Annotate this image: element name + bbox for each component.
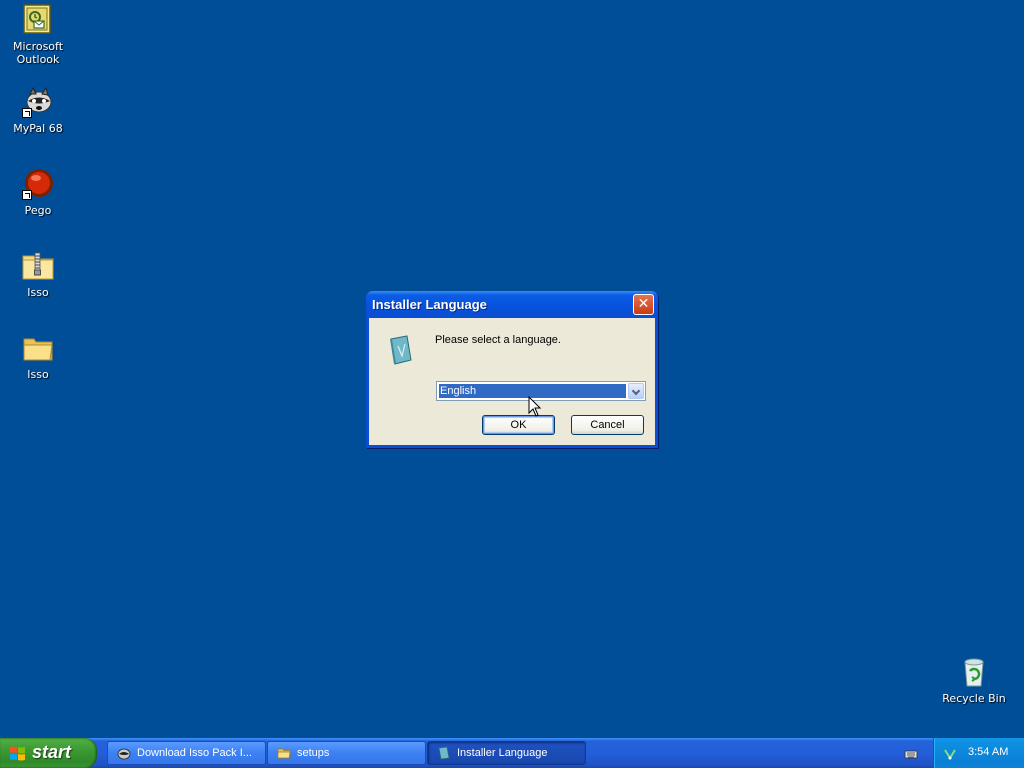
network-icon[interactable] bbox=[943, 746, 957, 760]
language-dropdown[interactable]: English bbox=[436, 381, 646, 401]
dialog-prompt: Please select a language. bbox=[435, 334, 561, 346]
desktop-icon-label: Pego bbox=[24, 204, 52, 217]
dialog-body: Please select a language. English OK Can… bbox=[369, 318, 655, 445]
chevron-down-icon[interactable] bbox=[628, 383, 644, 399]
taskbar-button-label: setups bbox=[297, 747, 330, 759]
desktop-icon-isso-zip[interactable]: Isso bbox=[0, 250, 76, 299]
taskbar-button-installer-language[interactable]: Installer Language bbox=[427, 741, 586, 765]
desktop-icon-label: Microsoft bbox=[12, 40, 64, 53]
taskbar-button-download-isso-pack[interactable]: Download Isso Pack I... bbox=[107, 741, 266, 765]
pego-red-ball-icon bbox=[22, 168, 54, 200]
system-tray: 3:54 AM bbox=[933, 738, 1024, 768]
taskbar: start Download Isso Pack I... setups Ins… bbox=[0, 738, 1024, 768]
desktop-icon-label: Isso bbox=[27, 286, 49, 299]
shortcut-arrow-icon bbox=[22, 108, 32, 118]
start-label: start bbox=[32, 742, 72, 762]
mypal-raccoon-icon bbox=[22, 86, 54, 118]
installer-icon bbox=[389, 334, 413, 366]
outlook-icon bbox=[22, 4, 54, 36]
taskbar-button-label: Installer Language bbox=[457, 747, 548, 759]
desktop-icon-label: Isso bbox=[27, 368, 49, 381]
desktop-icon-isso-folder[interactable]: Isso bbox=[0, 332, 76, 381]
taskbar-button-setups[interactable]: setups bbox=[267, 741, 426, 765]
close-icon: ✕ bbox=[637, 296, 650, 312]
dialog-title-bar[interactable]: Installer Language ✕ bbox=[366, 291, 658, 318]
recycle-bin-icon bbox=[958, 656, 990, 688]
desktop-icon-label: Recycle Bin bbox=[942, 692, 1006, 705]
desktop-icon-mypal-68[interactable]: MyPal 68 bbox=[0, 86, 76, 135]
language-dropdown-value: English bbox=[438, 383, 627, 399]
keyboard-icon[interactable] bbox=[904, 746, 918, 760]
installer-language-dialog[interactable]: Installer Language ✕ Please select a lan… bbox=[366, 291, 658, 448]
desktop-icon-label: MyPal 68 bbox=[13, 122, 63, 135]
shortcut-arrow-icon bbox=[22, 190, 32, 200]
ok-button[interactable]: OK bbox=[482, 415, 555, 435]
folder-icon bbox=[22, 332, 54, 364]
close-button[interactable]: ✕ bbox=[633, 294, 654, 315]
desktop-icon-label: Outlook bbox=[16, 53, 60, 66]
windows-logo-icon bbox=[9, 745, 26, 762]
desktop-icon-pego[interactable]: Pego bbox=[0, 168, 76, 217]
zip-folder-icon bbox=[22, 250, 54, 282]
start-button[interactable]: start bbox=[0, 738, 97, 768]
dialog-title: Installer Language bbox=[372, 297, 487, 312]
mypal-raccoon-icon bbox=[117, 746, 131, 760]
desktop-icon-recycle-bin[interactable]: Recycle Bin bbox=[936, 656, 1012, 705]
clock[interactable]: 3:54 AM bbox=[968, 746, 1008, 758]
installer-icon bbox=[437, 746, 451, 760]
taskbar-button-label: Download Isso Pack I... bbox=[137, 747, 252, 759]
desktop-icon-microsoft-outlook[interactable]: Microsoft Outlook bbox=[0, 4, 76, 66]
cancel-button[interactable]: Cancel bbox=[571, 415, 644, 435]
folder-icon bbox=[277, 746, 291, 760]
